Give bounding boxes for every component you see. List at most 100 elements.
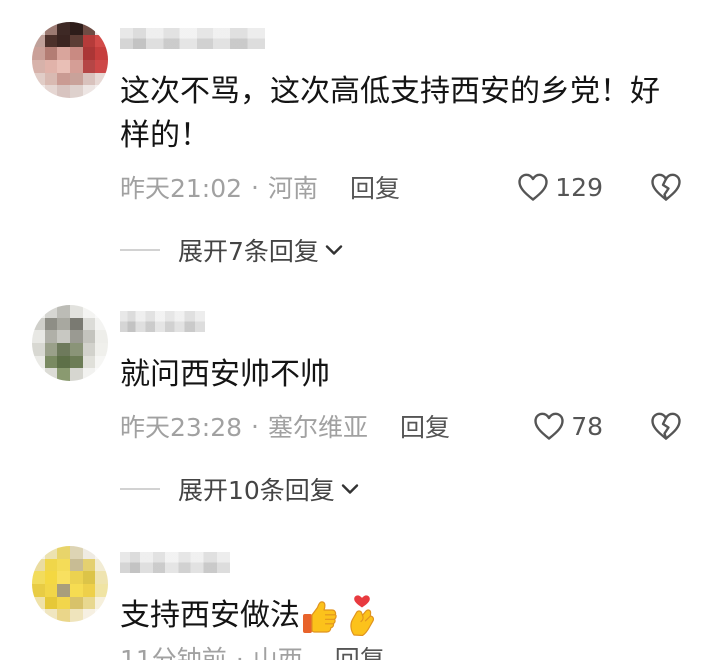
- avatar-pixel: [32, 47, 45, 60]
- avatar-pixel: [82, 34, 96, 48]
- avatar-pixel: [32, 60, 45, 73]
- username-blurred[interactable]: [120, 311, 205, 332]
- avatar-pixel: [57, 60, 70, 73]
- avatar-pixel: [82, 596, 96, 610]
- avatar-pixel: [70, 60, 83, 73]
- avatar-pixel: [32, 584, 45, 597]
- avatar-pixel: [57, 330, 70, 343]
- avatar-pixel: [70, 571, 83, 584]
- avatar-pixel: [70, 330, 83, 343]
- avatar[interactable]: [32, 22, 108, 98]
- avatar-pixel: [57, 85, 70, 98]
- like-count: 78: [571, 411, 603, 441]
- comment-text: 支持西安做法: [120, 594, 672, 638]
- avatar-pixel: [95, 47, 108, 60]
- avatar-pixel: [44, 85, 58, 98]
- avatar-pixel: [70, 609, 83, 622]
- avatar-pixel: [82, 355, 96, 369]
- avatar-pixel: [32, 609, 45, 622]
- broken-heart-icon: [651, 173, 681, 201]
- avatar-pixel: [95, 546, 108, 559]
- avatar-pixel: [70, 305, 83, 318]
- reply-button[interactable]: 回复: [335, 645, 385, 660]
- reply-button[interactable]: 回复: [350, 169, 400, 205]
- avatar-pixel: [44, 72, 58, 86]
- avatar-pixel: [95, 22, 108, 35]
- avatar-pixel: [95, 85, 108, 98]
- expand-replies-button[interactable]: 展开7条回复: [120, 235, 700, 266]
- avatar-pixel: [95, 609, 108, 622]
- avatar-pixel: [95, 34, 108, 48]
- dislike-button[interactable]: [650, 172, 682, 202]
- avatar-pixel: [95, 571, 108, 584]
- avatar-pixel: [70, 34, 83, 48]
- avatar-pixel: [57, 305, 70, 318]
- avatar-pixel: [32, 596, 45, 610]
- expand-replies-button[interactable]: 展开10条回复: [120, 474, 700, 505]
- avatar-pixel: [44, 47, 58, 60]
- avatar-pixel: [57, 343, 70, 356]
- comment-text: 这次不骂，这次高低支持西安的乡党！好样的！: [120, 74, 660, 153]
- avatar-pixel: [32, 355, 45, 369]
- avatar[interactable]: [32, 546, 108, 622]
- avatar-pixel: [82, 368, 96, 381]
- reply-button[interactable]: 回复: [400, 408, 450, 444]
- avatar-pixel: [70, 85, 83, 98]
- comment-meta: 昨天23:28 · 塞尔维亚 回复 78: [120, 408, 700, 444]
- avatar[interactable]: [32, 305, 108, 381]
- avatar-pixel: [95, 330, 108, 343]
- username-blurred[interactable]: [120, 28, 265, 49]
- avatar-pixel: [57, 47, 70, 60]
- like-button[interactable]: 78: [533, 411, 603, 441]
- avatar-pixel: [95, 343, 108, 356]
- avatar-pixel: [32, 85, 45, 98]
- comment-time: 昨天21:02: [120, 174, 243, 203]
- comment-meta: 昨天21:02 · 河南 回复 129: [120, 169, 700, 205]
- like-button[interactable]: 129: [517, 172, 603, 202]
- dislike-button[interactable]: [650, 411, 682, 441]
- avatar-pixel: [95, 355, 108, 369]
- avatar-pixel: [70, 72, 83, 86]
- avatar-pixel: [32, 317, 45, 331]
- heart-outline-icon: [518, 173, 548, 201]
- avatar-pixel: [44, 609, 58, 622]
- avatar-pixel: [82, 60, 96, 73]
- comment-location: 塞尔维亚: [268, 413, 369, 442]
- divider-line: [120, 488, 160, 490]
- chevron-down-icon: [341, 484, 359, 494]
- meta-separator: ·: [235, 645, 244, 660]
- avatar-pixel: [32, 72, 45, 86]
- avatar-pixel: [70, 22, 83, 35]
- avatar-pixel: [57, 584, 70, 597]
- avatar-pixel: [57, 546, 70, 559]
- comment-text-content: 支持西安做法: [120, 598, 300, 633]
- meta-separator: ·: [251, 411, 259, 441]
- avatar-pixel: [70, 343, 83, 356]
- avatar-pixel: [70, 596, 83, 610]
- avatar-pixel: [82, 558, 96, 572]
- avatar-pixel: [82, 609, 96, 622]
- avatar-pixel: [57, 355, 70, 369]
- avatar-pixel: [95, 584, 108, 597]
- avatar-pixel: [95, 558, 108, 572]
- broken-heart-icon: [651, 412, 681, 440]
- avatar-pixel: [44, 355, 58, 369]
- comment-item: 这次不骂，这次高低支持西安的乡党！好样的！ 昨天21:02 · 河南 回复 12…: [0, 22, 720, 266]
- avatar-pixel: [32, 546, 45, 559]
- comment-body: 支持西安做法 11分钟前 · 山西 回复: [120, 552, 700, 660]
- avatar-pixel: [57, 558, 70, 572]
- comment-location: 河南: [268, 174, 319, 203]
- avatar-pixel: [57, 571, 70, 584]
- comment-text: 就问西安帅不帅: [120, 357, 330, 392]
- avatar-pixel: [44, 558, 58, 572]
- username-blurred[interactable]: [120, 552, 230, 573]
- avatar-pixel: [95, 72, 108, 86]
- avatar-pixel: [57, 596, 70, 610]
- comment-meta: 11分钟前 · 山西 回复: [120, 645, 700, 660]
- avatar-pixel: [82, 72, 96, 86]
- avatar-pixel: [32, 343, 45, 356]
- avatar-pixel: [82, 571, 96, 584]
- expand-replies-label: 展开10条回复: [178, 476, 335, 505]
- avatar-pixel: [70, 368, 83, 381]
- chevron-down-icon: [325, 245, 343, 255]
